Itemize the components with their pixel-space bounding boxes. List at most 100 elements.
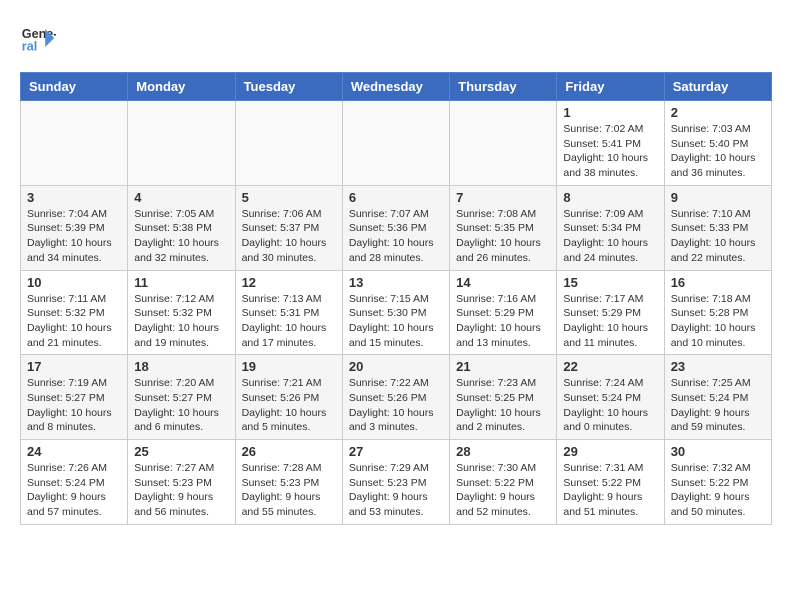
day-number: 26 — [242, 444, 336, 459]
calendar-day-cell: 22Sunrise: 7:24 AM Sunset: 5:24 PM Dayli… — [557, 355, 664, 440]
day-info: Sunrise: 7:22 AM Sunset: 5:26 PM Dayligh… — [349, 376, 443, 435]
day-info: Sunrise: 7:12 AM Sunset: 5:32 PM Dayligh… — [134, 292, 228, 351]
day-number: 28 — [456, 444, 550, 459]
calendar-day-cell: 15Sunrise: 7:17 AM Sunset: 5:29 PM Dayli… — [557, 270, 664, 355]
day-info: Sunrise: 7:15 AM Sunset: 5:30 PM Dayligh… — [349, 292, 443, 351]
calendar-day-cell: 16 Sunrise: 7:18 AM Sunset: 5:28 PM Dayli… — [664, 270, 771, 355]
day-number: 9 — [671, 190, 765, 205]
calendar-day-cell: 10 Sunrise: 7:11 AM Sunset: 5:32 PM Dayli… — [21, 270, 128, 355]
calendar-day-cell: 26 Sunrise: 7:28 AM Sunset: 5:23 PM Dayli… — [235, 440, 342, 525]
day-info: Sunrise: 7:28 AM Sunset: 5:23 PM Dayligh… — [242, 461, 336, 520]
day-info: Sunrise: 7:26 AM Sunset: 5:24 PM Dayligh… — [27, 461, 121, 520]
day-info: Sunrise: 7:16 AM Sunset: 5:29 PM Dayligh… — [456, 292, 550, 351]
day-number: 14 — [456, 275, 550, 290]
calendar-day-cell: 17Sunrise: 7:19 AM Sunset: 5:27 PM Dayli… — [21, 355, 128, 440]
day-info: Sunrise: 7:02 AM Sunset: 5:41 PM Dayligh… — [563, 122, 657, 181]
day-info: Sunrise: 7:20 AM Sunset: 5:27 PM Dayligh… — [134, 376, 228, 435]
calendar-week-row: 1 Sunrise: 7:02 AM Sunset: 5:41 PM Daylig… — [21, 101, 772, 186]
day-number: 10 — [27, 275, 121, 290]
day-number: 8 — [563, 190, 657, 205]
calendar-day-cell: 20 Sunrise: 7:22 AM Sunset: 5:26 PM Dayli… — [342, 355, 449, 440]
day-number: 20 — [349, 359, 443, 374]
day-number: 13 — [349, 275, 443, 290]
calendar-day-cell: 27 Sunrise: 7:29 AM Sunset: 5:23 PM Dayli… — [342, 440, 449, 525]
day-info: Sunrise: 7:29 AM Sunset: 5:23 PM Dayligh… — [349, 461, 443, 520]
day-number: 23 — [671, 359, 765, 374]
day-info: Sunrise: 7:21 AM Sunset: 5:26 PM Dayligh… — [242, 376, 336, 435]
calendar-day-cell — [450, 101, 557, 186]
weekday-header: Tuesday — [235, 73, 342, 101]
day-number: 3 — [27, 190, 121, 205]
calendar-week-row: 24 Sunrise: 7:26 AM Sunset: 5:24 PM Dayli… — [21, 440, 772, 525]
calendar-day-cell: 11 Sunrise: 7:12 AM Sunset: 5:32 PM Dayli… — [128, 270, 235, 355]
weekday-header: Wednesday — [342, 73, 449, 101]
day-info: Sunrise: 7:18 AM Sunset: 5:28 PM Dayligh… — [671, 292, 765, 351]
day-number: 16 — [671, 275, 765, 290]
calendar-day-cell: 9 Sunrise: 7:10 AM Sunset: 5:33 PM Daylig… — [664, 185, 771, 270]
calendar-day-cell: 19 Sunrise: 7:21 AM Sunset: 5:26 PM Dayli… — [235, 355, 342, 440]
calendar-day-cell — [128, 101, 235, 186]
day-number: 25 — [134, 444, 228, 459]
day-info: Sunrise: 7:27 AM Sunset: 5:23 PM Dayligh… — [134, 461, 228, 520]
calendar-day-cell: 5 Sunrise: 7:06 AM Sunset: 5:37 PM Daylig… — [235, 185, 342, 270]
day-number: 11 — [134, 275, 228, 290]
logo: Gene- ral — [20, 20, 60, 56]
calendar-day-cell — [235, 101, 342, 186]
weekday-header: Saturday — [664, 73, 771, 101]
calendar-table: SundayMondayTuesdayWednesdayThursdayFrid… — [20, 72, 772, 525]
day-info: Sunrise: 7:31 AM Sunset: 5:22 PM Dayligh… — [563, 461, 657, 520]
calendar-day-cell — [21, 101, 128, 186]
day-number: 1 — [563, 105, 657, 120]
day-info: Sunrise: 7:09 AM Sunset: 5:34 PM Dayligh… — [563, 207, 657, 266]
calendar-day-cell: 4Sunrise: 7:05 AM Sunset: 5:38 PM Daylig… — [128, 185, 235, 270]
calendar-day-cell: 6 Sunrise: 7:07 AM Sunset: 5:36 PM Daylig… — [342, 185, 449, 270]
day-info: Sunrise: 7:30 AM Sunset: 5:22 PM Dayligh… — [456, 461, 550, 520]
day-info: Sunrise: 7:13 AM Sunset: 5:31 PM Dayligh… — [242, 292, 336, 351]
day-info: Sunrise: 7:10 AM Sunset: 5:33 PM Dayligh… — [671, 207, 765, 266]
calendar-body: 1 Sunrise: 7:02 AM Sunset: 5:41 PM Daylig… — [21, 101, 772, 525]
day-info: Sunrise: 7:07 AM Sunset: 5:36 PM Dayligh… — [349, 207, 443, 266]
calendar-day-cell: 13 Sunrise: 7:15 AM Sunset: 5:30 PM Dayli… — [342, 270, 449, 355]
calendar-day-cell: 3 Sunrise: 7:04 AM Sunset: 5:39 PM Daylig… — [21, 185, 128, 270]
calendar-day-cell: 8 Sunrise: 7:09 AM Sunset: 5:34 PM Daylig… — [557, 185, 664, 270]
day-number: 27 — [349, 444, 443, 459]
day-info: Sunrise: 7:17 AM Sunset: 5:29 PM Dayligh… — [563, 292, 657, 351]
day-number: 29 — [563, 444, 657, 459]
day-info: Sunrise: 7:11 AM Sunset: 5:32 PM Dayligh… — [27, 292, 121, 351]
calendar-day-cell: 24 Sunrise: 7:26 AM Sunset: 5:24 PM Dayli… — [21, 440, 128, 525]
calendar-day-cell: 21 Sunrise: 7:23 AM Sunset: 5:25 PM Dayli… — [450, 355, 557, 440]
calendar-day-cell: 29 Sunrise: 7:31 AM Sunset: 5:22 PM Dayli… — [557, 440, 664, 525]
day-number: 30 — [671, 444, 765, 459]
day-number: 12 — [242, 275, 336, 290]
day-number: 2 — [671, 105, 765, 120]
calendar-day-cell: 23Sunrise: 7:25 AM Sunset: 5:24 PM Dayli… — [664, 355, 771, 440]
day-number: 18 — [134, 359, 228, 374]
calendar-week-row: 17Sunrise: 7:19 AM Sunset: 5:27 PM Dayli… — [21, 355, 772, 440]
weekday-header: Sunday — [21, 73, 128, 101]
day-info: Sunrise: 7:05 AM Sunset: 5:38 PM Dayligh… — [134, 207, 228, 266]
calendar-day-cell: 7 Sunrise: 7:08 AM Sunset: 5:35 PM Daylig… — [450, 185, 557, 270]
day-info: Sunrise: 7:32 AM Sunset: 5:22 PM Dayligh… — [671, 461, 765, 520]
weekday-header: Thursday — [450, 73, 557, 101]
day-info: Sunrise: 7:04 AM Sunset: 5:39 PM Dayligh… — [27, 207, 121, 266]
svg-text:ral: ral — [22, 40, 37, 54]
logo-icon: Gene- ral — [20, 20, 56, 56]
day-number: 21 — [456, 359, 550, 374]
day-number: 22 — [563, 359, 657, 374]
day-number: 6 — [349, 190, 443, 205]
day-number: 24 — [27, 444, 121, 459]
day-number: 7 — [456, 190, 550, 205]
day-number: 19 — [242, 359, 336, 374]
calendar-day-cell: 2Sunrise: 7:03 AM Sunset: 5:40 PM Daylig… — [664, 101, 771, 186]
day-info: Sunrise: 7:23 AM Sunset: 5:25 PM Dayligh… — [456, 376, 550, 435]
weekday-header: Friday — [557, 73, 664, 101]
calendar-week-row: 3 Sunrise: 7:04 AM Sunset: 5:39 PM Daylig… — [21, 185, 772, 270]
day-number: 17 — [27, 359, 121, 374]
day-info: Sunrise: 7:06 AM Sunset: 5:37 PM Dayligh… — [242, 207, 336, 266]
calendar-day-cell — [342, 101, 449, 186]
day-number: 5 — [242, 190, 336, 205]
calendar-day-cell: 18 Sunrise: 7:20 AM Sunset: 5:27 PM Dayli… — [128, 355, 235, 440]
calendar-day-cell: 28 Sunrise: 7:30 AM Sunset: 5:22 PM Dayli… — [450, 440, 557, 525]
day-info: Sunrise: 7:08 AM Sunset: 5:35 PM Dayligh… — [456, 207, 550, 266]
calendar-week-row: 10 Sunrise: 7:11 AM Sunset: 5:32 PM Dayli… — [21, 270, 772, 355]
